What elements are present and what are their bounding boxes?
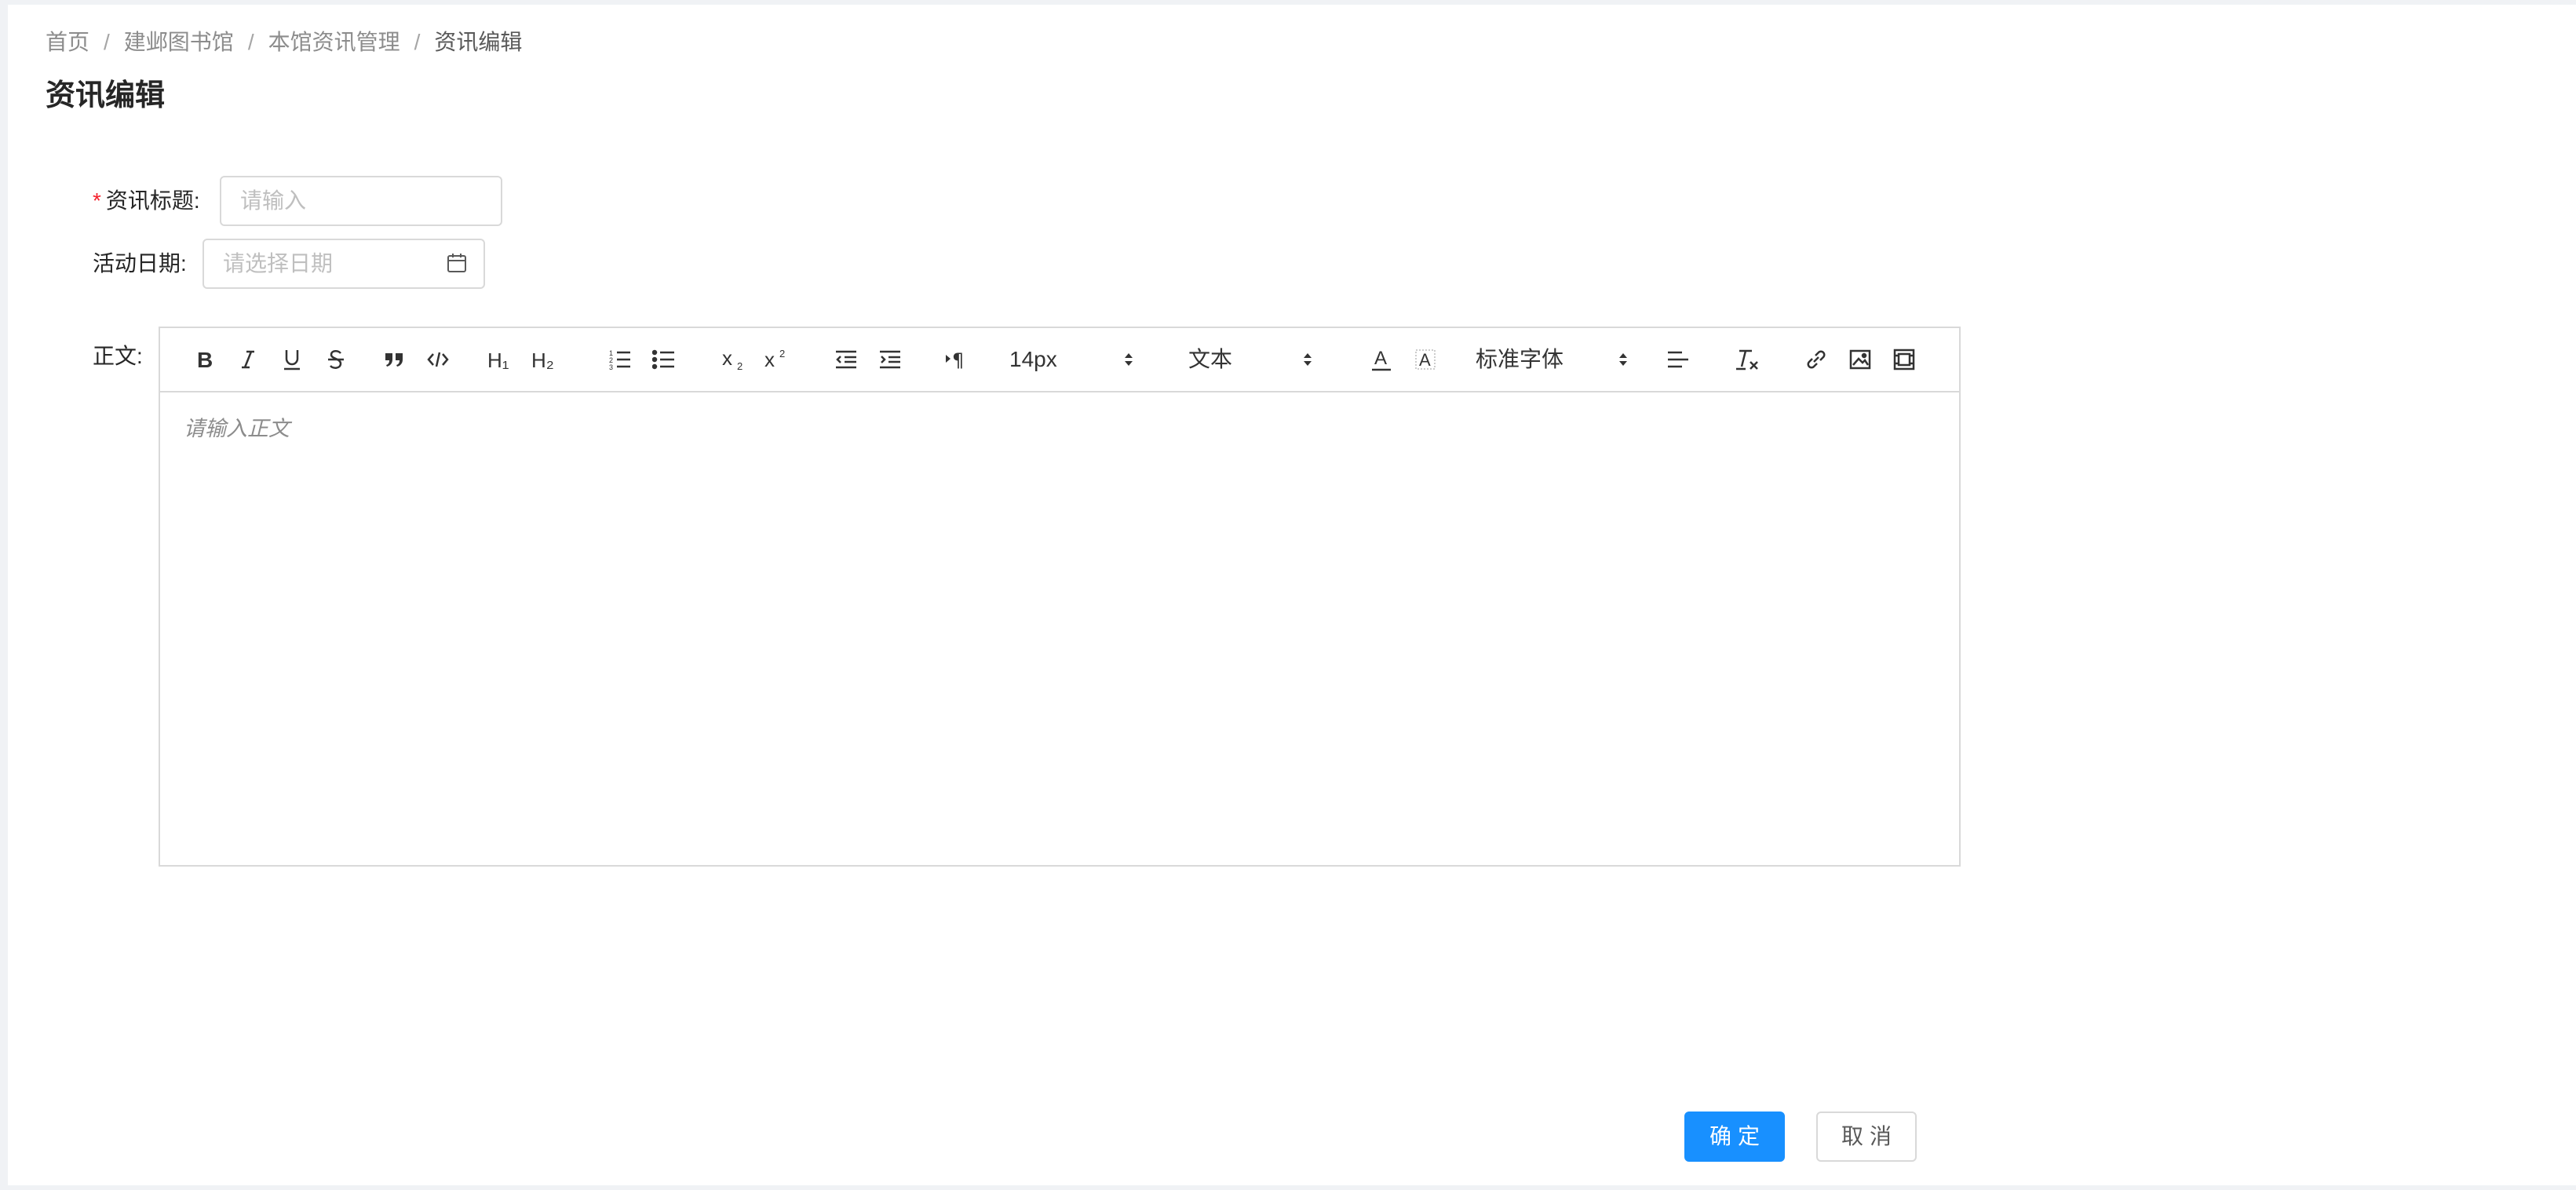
page-container: 首页 / 建邺图书馆 / 本馆资讯管理 / 资讯编辑 资讯编辑 *资讯标题: 活动日期: 正… — [8, 5, 2576, 1185]
code-block-icon[interactable] — [422, 342, 454, 377]
chevron-updown-icon — [1304, 353, 1312, 366]
ordered-list-icon[interactable]: 123 — [604, 342, 636, 377]
cancel-button[interactable]: 取消 — [1816, 1112, 1917, 1162]
indent-icon[interactable] — [874, 342, 906, 377]
svg-text:2: 2 — [779, 348, 785, 360]
bold-icon[interactable]: B — [188, 342, 220, 377]
chevron-updown-icon — [1125, 353, 1133, 366]
date-picker[interactable] — [203, 239, 485, 289]
align-left-icon[interactable] — [1662, 342, 1694, 377]
video-icon[interactable] — [1888, 342, 1920, 377]
title-label-text: 资讯标题: — [105, 188, 200, 213]
svg-text:3: 3 — [609, 363, 613, 371]
font-family-value: 标准字体 — [1476, 347, 1564, 371]
calendar-icon[interactable] — [446, 252, 468, 274]
title-label: * 资讯标题: — [93, 185, 200, 217]
breadcrumb-separator: / — [247, 30, 254, 54]
body-label: 正文: — [93, 344, 143, 368]
subscript-icon[interactable]: x2 — [719, 342, 750, 377]
editor-placeholder: 请输入正文 — [184, 417, 290, 440]
chevron-updown-icon — [1619, 353, 1627, 366]
svg-text:A: A — [1374, 348, 1387, 369]
font-size-value: 14px — [1009, 347, 1057, 371]
svg-text:2: 2 — [737, 360, 743, 371]
svg-text:B: B — [197, 349, 213, 371]
breadcrumb-news-management[interactable]: 本馆资讯管理 — [268, 30, 400, 54]
page-title: 资讯编辑 — [46, 79, 166, 112]
editor-toolbar: B H₁ H₂ 123 x 2 x 2 ¶ 14px 文本 A A 标准字体 — [160, 328, 1959, 392]
required-mark: * — [93, 188, 101, 213]
svg-text:H₂: H₂ — [531, 349, 554, 371]
rich-text-editor: B H₁ H₂ 123 x 2 x 2 ¶ 14px 文本 A A 标准字体 请… — [159, 327, 1961, 867]
image-icon[interactable] — [1844, 342, 1876, 377]
title-input[interactable] — [220, 176, 502, 226]
italic-icon[interactable] — [232, 342, 264, 377]
svg-text:A: A — [1419, 350, 1431, 370]
clear-format-icon[interactable] — [1731, 342, 1763, 377]
breadcrumb-library[interactable]: 建邺图书馆 — [124, 30, 234, 54]
breadcrumb: 首页 / 建邺图书馆 / 本馆资讯管理 / 资讯编辑 — [46, 27, 522, 58]
text-direction-icon[interactable]: ¶ — [942, 342, 973, 377]
header-picker-value: 文本 — [1188, 347, 1233, 371]
blockquote-icon[interactable] — [378, 342, 410, 377]
breadcrumb-separator: / — [104, 30, 110, 54]
header-picker[interactable]: 文本 — [1188, 341, 1314, 378]
strikethrough-icon[interactable] — [320, 342, 352, 377]
date-input[interactable] — [204, 240, 440, 287]
font-color-icon[interactable]: A — [1366, 342, 1397, 377]
bullet-list-icon[interactable] — [648, 342, 680, 377]
font-size-picker[interactable]: 14px — [1009, 341, 1135, 378]
outdent-icon[interactable] — [830, 342, 862, 377]
svg-text:H₁: H₁ — [487, 349, 509, 371]
breadcrumb-current: 资讯编辑 — [434, 30, 523, 54]
breadcrumb-separator: / — [414, 30, 421, 54]
editor-content-area[interactable]: 请输入正文 — [160, 392, 1959, 865]
heading-1-icon[interactable]: H₁ — [485, 342, 520, 377]
svg-text:x: x — [722, 348, 732, 370]
superscript-icon[interactable]: x2 — [761, 342, 793, 377]
breadcrumb-home[interactable]: 首页 — [46, 30, 89, 54]
svg-text:x: x — [764, 348, 775, 371]
font-family-picker[interactable]: 标准字体 — [1476, 341, 1629, 378]
confirm-button[interactable]: 确定 — [1684, 1112, 1785, 1162]
background-color-icon[interactable]: A — [1410, 342, 1441, 377]
underline-icon[interactable] — [276, 342, 308, 377]
heading-2-icon[interactable]: H₂ — [529, 342, 564, 377]
link-icon[interactable] — [1801, 342, 1832, 377]
svg-text:¶: ¶ — [952, 349, 964, 371]
date-label: 活动日期: — [93, 251, 187, 276]
